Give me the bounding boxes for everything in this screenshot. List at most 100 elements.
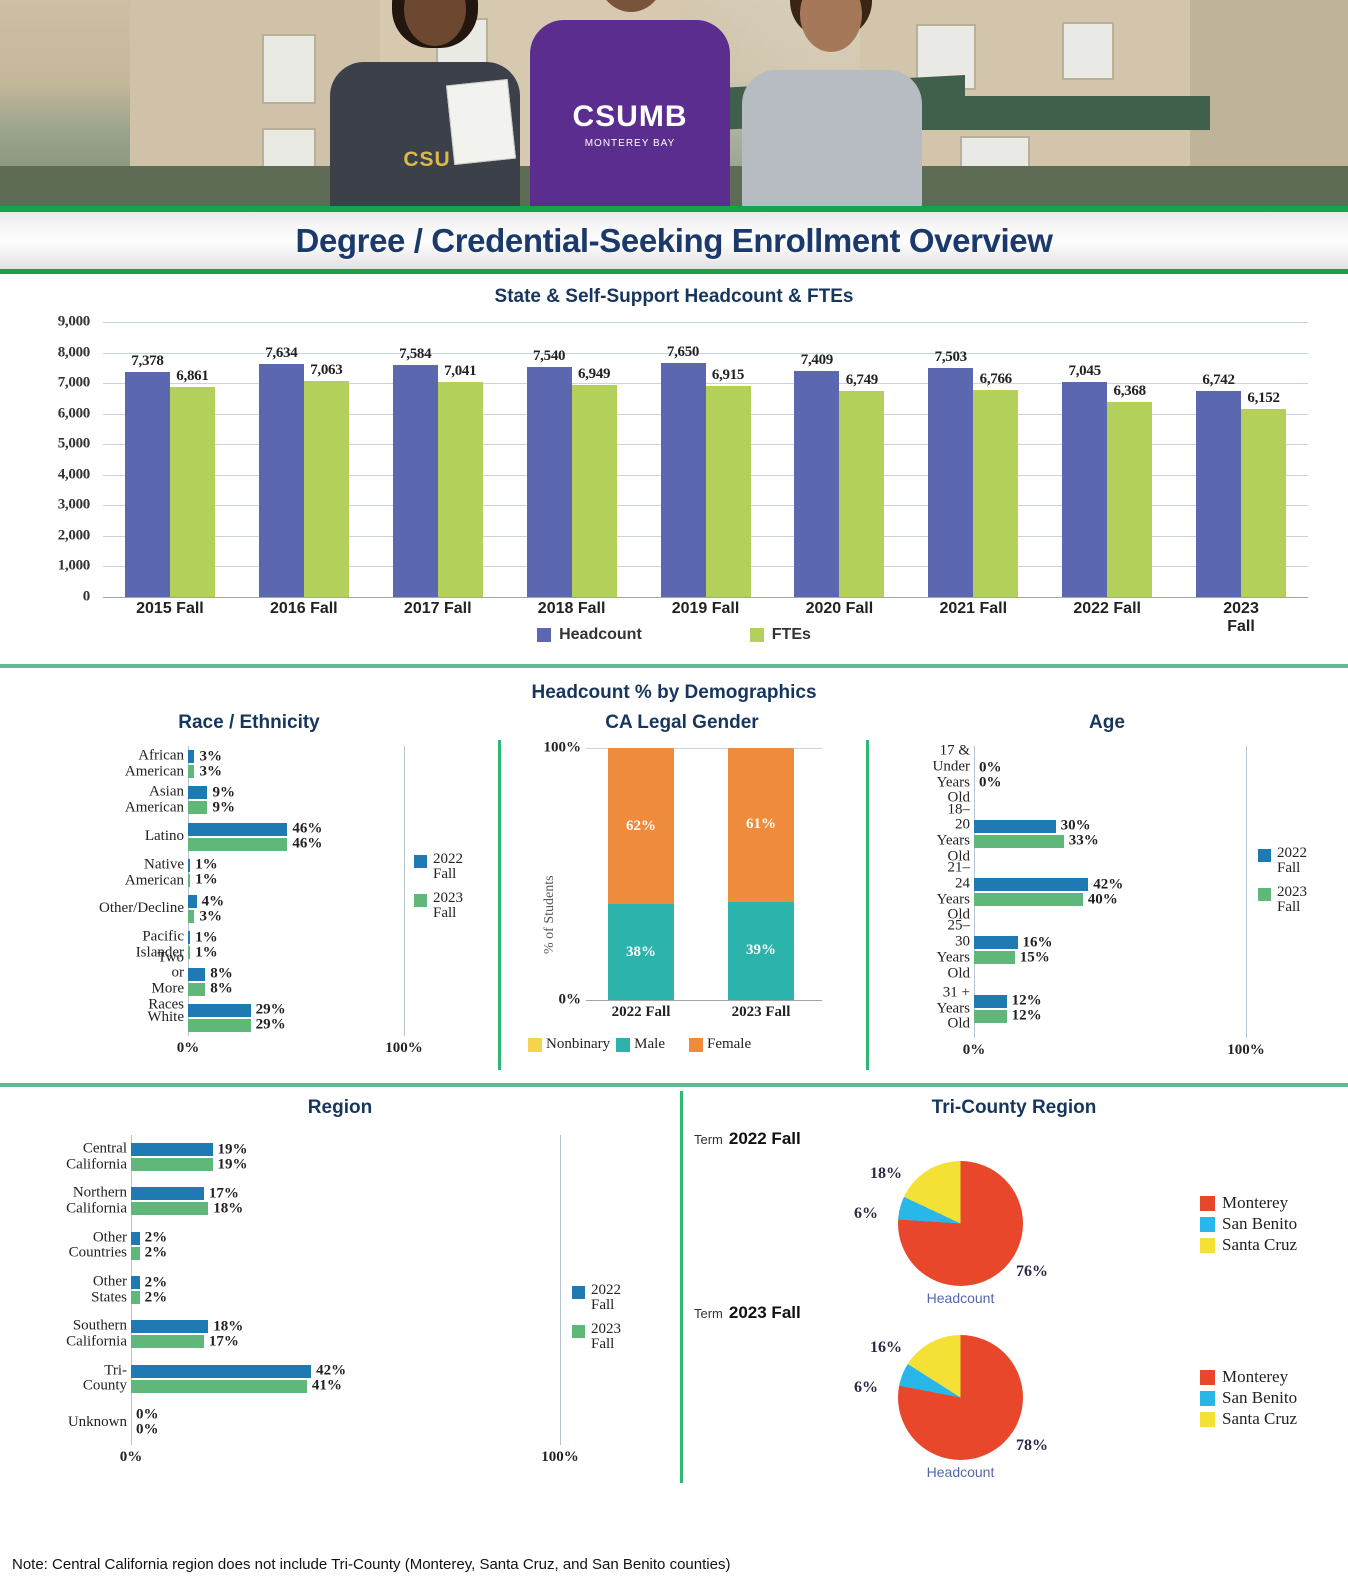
bar-value-label: 6,152 xyxy=(1247,390,1280,407)
term-value-2023: 2023 Fall xyxy=(728,1303,801,1322)
region-title: Region xyxy=(307,1097,373,1118)
category-label: 25–30 Years Old xyxy=(936,917,970,982)
category-label: Asian American xyxy=(124,783,184,816)
pie-legend-2023: Monterey San Benito Santa Cruz xyxy=(1200,1367,1297,1429)
bar: 2% xyxy=(131,1289,167,1305)
category-label: Other States xyxy=(91,1273,127,1305)
bar-value-label: 6,749 xyxy=(845,371,879,388)
legend-item[interactable]: San Benito xyxy=(1200,1214,1297,1234)
bar: 7,503 xyxy=(928,349,974,597)
bar-value-label: 6,915 xyxy=(711,366,745,383)
bar-value-label: 3% xyxy=(199,763,222,780)
term-value-2022: 2022 Fall xyxy=(728,1129,801,1148)
axis-line xyxy=(404,746,405,1036)
x-tick-label: 2018 Fall xyxy=(537,600,606,617)
bar: 19% xyxy=(131,1156,248,1172)
gender-panel: CA Legal Gender % of Students 0% 100% 62% 3… xyxy=(498,704,866,1076)
bar-row: 21–24 Years Old 42% 40% xyxy=(937,860,1246,923)
race-ethnicity-panel: Race / Ethnicity African American 3% 3% Asi… xyxy=(0,704,498,1076)
bar: 8% xyxy=(188,966,233,982)
legend-item[interactable]: Headcount xyxy=(537,626,642,644)
bar: 7,409 xyxy=(794,352,840,597)
legend-item[interactable]: 2022 Fall xyxy=(572,1282,621,1314)
term-label-2023: Term 2023 Fall xyxy=(694,1303,801,1323)
bar-value-label: 7,584 xyxy=(399,346,432,363)
student-right-icon xyxy=(742,0,922,212)
bar-group: 7,650 6,915 xyxy=(660,344,751,597)
x-tick-label: 2020 Fall xyxy=(805,600,874,617)
stack-segment: 62% xyxy=(608,748,674,905)
y-tick: 1,000 xyxy=(57,557,91,574)
legend-item[interactable]: Monterey xyxy=(1200,1367,1297,1387)
bar-value-label: 2% xyxy=(144,1289,168,1305)
legend-swatch xyxy=(1200,1216,1215,1232)
bar-value-label: 6,766 xyxy=(979,371,1013,388)
y-tick: 6,000 xyxy=(57,405,91,422)
bar-value-label: 7,409 xyxy=(800,351,834,368)
legend-item[interactable]: 2023 Fall xyxy=(414,890,463,922)
x-tick: 0% xyxy=(119,1449,143,1465)
legend-label: 2022 Fall xyxy=(433,851,463,883)
legend-label: Monterey xyxy=(1222,1193,1289,1212)
legend-item[interactable]: 2023 Fall xyxy=(1258,884,1307,916)
tri-county-panel: Tri-County Region Term 2022 Fall Headcou… xyxy=(680,1087,1348,1487)
pie-chart-2022: Headcount 76% 6% 18% xyxy=(854,1161,1048,1306)
gender-plot-area: 0% 100% 62% 38% 2022 Fall 61% 39% 2023 Fall xyxy=(544,740,822,1020)
legend-item[interactable]: 2022 Fall xyxy=(414,851,463,883)
age-legend: 2022 Fall 2023 Fall xyxy=(1258,845,1307,916)
bar: 7,584 xyxy=(392,346,438,597)
y-tick: 0% xyxy=(558,991,582,1008)
legend-label: San Benito xyxy=(1222,1214,1298,1233)
legend-item[interactable]: Santa Cruz xyxy=(1200,1235,1297,1255)
x-tick-label: 2022 Fall xyxy=(1073,600,1141,617)
legend-item[interactable]: Nonbinary xyxy=(528,1036,610,1053)
chart-legend: Headcount FTEs xyxy=(0,626,1348,644)
bar-row: 31 + Years Old 12% 12% xyxy=(937,984,1246,1031)
bar-value-label: 9% xyxy=(212,799,235,816)
legend-item[interactable]: 2023 Fall xyxy=(572,1320,621,1353)
bar-value-label: 1% xyxy=(195,944,218,961)
bar-row: Northern California 17% 18% xyxy=(66,1185,560,1217)
bar: 6,766 xyxy=(973,371,1019,597)
x-tick: 0% xyxy=(176,1040,200,1056)
legend-swatch xyxy=(1200,1369,1215,1385)
tri-county-title: Tri-County Region xyxy=(931,1097,1097,1118)
legend-label: Headcount xyxy=(559,626,642,643)
page-title-bar: Degree / Credential-Seeking Enrollment O… xyxy=(0,212,1348,274)
segment-value-label: 39% xyxy=(746,942,776,959)
legend-item[interactable]: Santa Cruz xyxy=(1200,1409,1297,1429)
category-label: Central California xyxy=(66,1140,127,1173)
bar-row: 17 & Under Years Old 0% 0% xyxy=(933,743,1246,806)
bar: 17% xyxy=(131,1333,239,1349)
legend-label: Santa Cruz xyxy=(1222,1409,1298,1428)
bar: 18% xyxy=(131,1318,243,1334)
legend-label: 2023 Fall xyxy=(591,1320,621,1352)
legend-item[interactable]: San Benito xyxy=(1200,1388,1297,1408)
bar: 17% xyxy=(131,1185,239,1201)
bar: 33% xyxy=(974,833,1099,849)
pie-value-label: 16% xyxy=(870,1339,902,1356)
header-banner: CSU CSUMB MONTEREY BAY xyxy=(0,0,1348,212)
bar: 6,861 xyxy=(169,368,215,597)
legend-item[interactable]: Monterey xyxy=(1200,1193,1297,1213)
category-label: 18–20 Years Old xyxy=(936,801,970,865)
category-label: 31 + Years Old xyxy=(936,984,970,1032)
bar-value-label: 1% xyxy=(195,871,218,888)
legend-item[interactable]: FTEs xyxy=(749,626,811,644)
bar-value-label: 3% xyxy=(199,908,222,925)
y-tick: 8,000 xyxy=(57,344,91,361)
legend-swatch xyxy=(528,1037,542,1052)
bar: 40% xyxy=(974,891,1118,907)
legend-item[interactable]: Male xyxy=(616,1036,665,1053)
headcount-ftes-chart: State & Self-Support Headcount & FTEs 0 1… xyxy=(0,274,1348,664)
legend-swatch xyxy=(414,855,427,868)
x-tick: 100% xyxy=(1227,1042,1265,1058)
term-label-2022: Term 2022 Fall xyxy=(694,1129,801,1149)
y-tick: 100% xyxy=(543,739,582,756)
bar-row: African American 3% 3% xyxy=(125,748,404,780)
gender-legend: Nonbinary Male Female xyxy=(528,1036,757,1053)
legend-item[interactable]: Female xyxy=(688,1036,751,1053)
student-left-icon: CSU xyxy=(330,0,520,212)
legend-item[interactable]: 2022 Fall xyxy=(1258,845,1307,877)
bar-value-label: 40% xyxy=(1087,891,1118,907)
